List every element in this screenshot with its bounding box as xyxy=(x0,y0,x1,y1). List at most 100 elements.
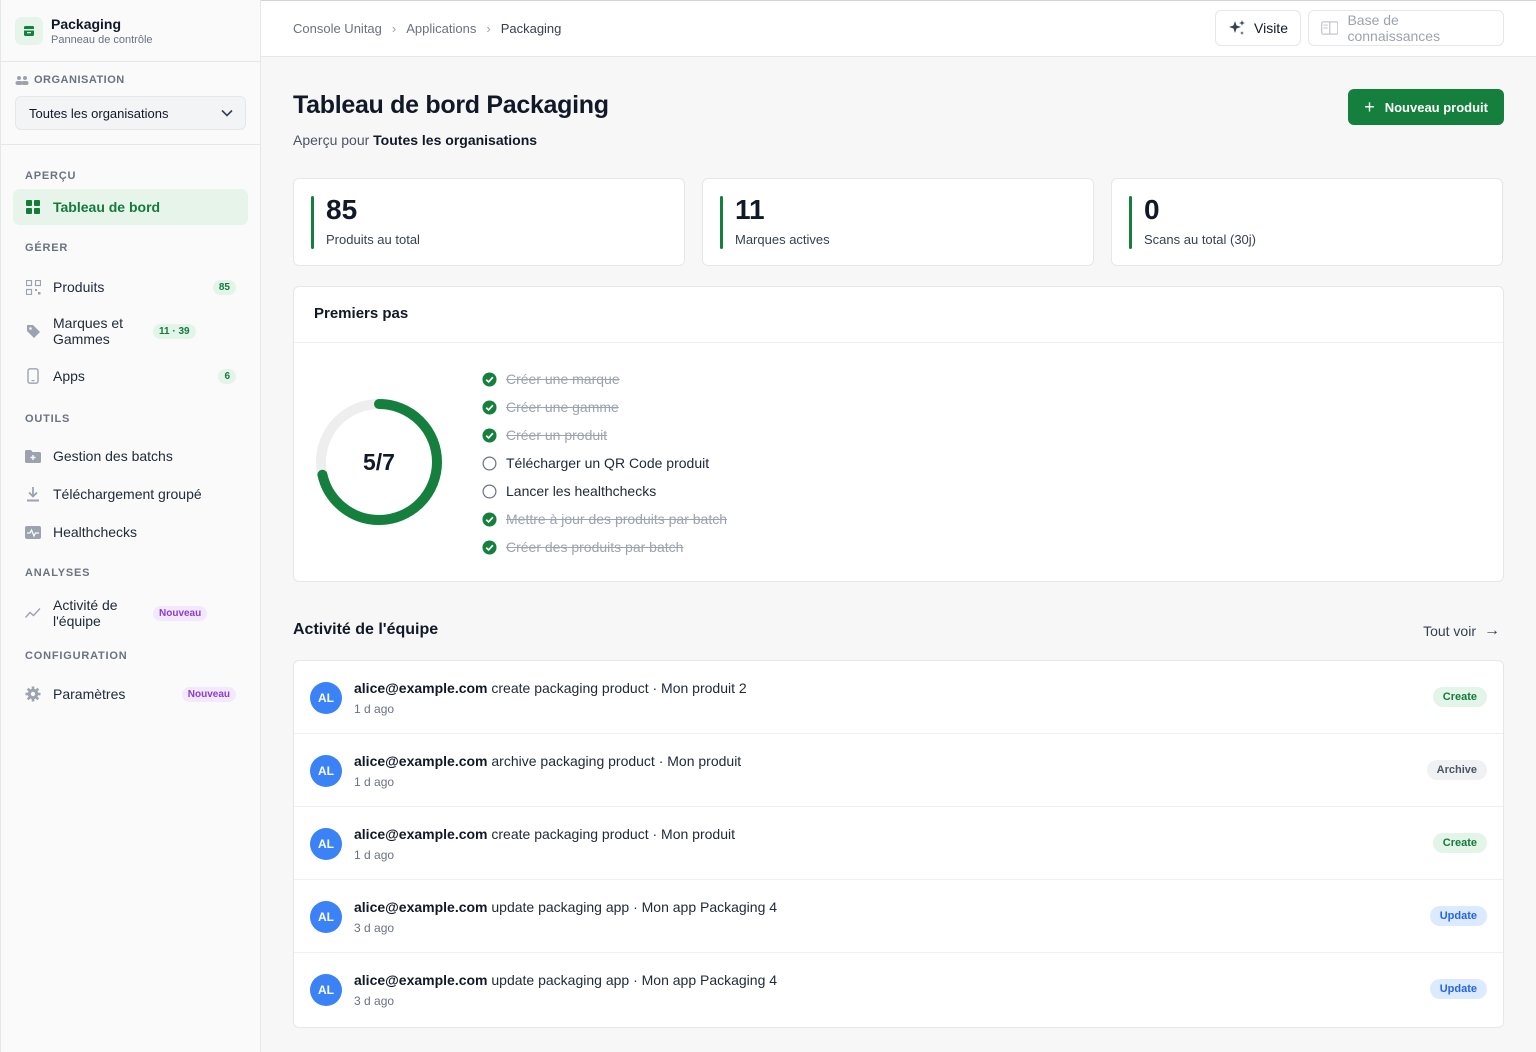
nav-group-analyses: ANALYSES xyxy=(25,567,91,579)
empty-circle-icon xyxy=(482,456,497,470)
organisation-label: ORGANISATION xyxy=(15,74,246,86)
sidebar-item-activite[interactable]: Activité de l'équipe Nouveau xyxy=(13,588,248,638)
action-tag: Create xyxy=(1432,833,1487,853)
activity-row[interactable]: AL alice@example.com update packaging app… xyxy=(294,880,1503,953)
avatar: AL xyxy=(310,682,342,714)
page-subtitle: Aperçu pour Toutes les organisations xyxy=(293,132,537,148)
folder-icon xyxy=(25,448,41,464)
main-content: Tableau de bord Packaging Aperçu pour To… xyxy=(261,57,1536,1052)
onboarding-step[interactable]: Mettre à jour des produits par batch xyxy=(482,505,727,533)
sidebar-item-parametres[interactable]: Paramètres Nouveau xyxy=(13,674,248,714)
new-product-button[interactable]: + Nouveau produit xyxy=(1348,89,1504,125)
arrow-right-icon: → xyxy=(1484,622,1500,639)
count-badge: 85 xyxy=(212,279,236,295)
smartphone-icon xyxy=(25,368,41,384)
brand-title: Packaging xyxy=(51,15,122,32)
step-label: Créer une gamme xyxy=(506,399,619,415)
see-all-link[interactable]: Tout voir → xyxy=(1423,622,1500,640)
activity-user: alice@example.com xyxy=(354,753,488,769)
accent-bar xyxy=(1129,196,1132,249)
action-tag: Create xyxy=(1432,687,1487,707)
sidebar-nav: APERÇU Tableau de bord GÉRER Produits 85… xyxy=(1,170,260,714)
stat-label: Scans au total (30j) xyxy=(1144,232,1257,247)
sidebar-item-label: Activité de l'équipe xyxy=(53,597,118,629)
breadcrumb: Console Unitag › Applications › Packagin… xyxy=(293,21,561,36)
top-bar: Console Unitag › Applications › Packagin… xyxy=(261,0,1536,57)
see-all-label: Tout voir xyxy=(1423,623,1476,639)
activity-action: create packaging product · Mon produit xyxy=(491,826,735,842)
action-tag: Archive xyxy=(1426,760,1487,780)
check-circle-icon xyxy=(482,427,497,443)
action-tag: Update xyxy=(1429,979,1487,999)
activity-row[interactable]: AL alice@example.com create packaging pro… xyxy=(294,661,1503,734)
activity-time: 1 d ago xyxy=(354,848,395,862)
step-label: Créer des produits par batch xyxy=(506,539,684,555)
visite-button[interactable]: Visite xyxy=(1215,10,1301,46)
step-label: Créer un produit xyxy=(506,427,608,443)
sidebar-item-label: Apps xyxy=(53,368,85,384)
subtitle-prefix: Aperçu pour xyxy=(293,132,370,148)
users-icon xyxy=(15,76,29,85)
sparkles-icon xyxy=(1229,20,1245,35)
sidebar-item-healthchecks[interactable]: Healthchecks xyxy=(13,513,248,551)
onboarding-steps: Créer une marque Créer une gamme Créer un … xyxy=(482,365,727,561)
sidebar-item-telechargement[interactable]: Téléchargement groupé xyxy=(13,475,248,513)
activity-title: Activité de l'équipe xyxy=(293,621,439,638)
activity-user: alice@example.com xyxy=(354,826,488,842)
brand-header[interactable]: Packaging Panneau de contrôle xyxy=(1,0,260,62)
step-label: Mettre à jour des produits par batch xyxy=(506,511,728,527)
activity-user: alice@example.com xyxy=(354,899,488,915)
sidebar-item-produits[interactable]: Produits 85 xyxy=(13,268,248,306)
sidebar-item-label: Produits xyxy=(53,279,105,295)
sidebar-item-apps[interactable]: Apps 6 xyxy=(13,356,248,396)
stat-card-products: 85 Produits au total xyxy=(293,178,685,266)
breadcrumb-item[interactable]: Applications xyxy=(406,21,476,36)
organisation-selected: Toutes les organisations xyxy=(29,105,169,121)
qr-code-icon xyxy=(25,279,41,295)
activity-text: alice@example.com create packaging produ… xyxy=(354,826,735,842)
activity-row[interactable]: AL alice@example.com update packaging app… xyxy=(294,953,1503,1027)
activity-user: alice@example.com xyxy=(354,680,488,696)
activity-row[interactable]: AL alice@example.com archive packaging pr… xyxy=(294,734,1503,807)
visite-label: Visite xyxy=(1254,20,1288,36)
plus-icon: + xyxy=(1364,96,1375,117)
onboarding-step[interactable]: Créer un produit xyxy=(482,421,727,449)
nav-group-configuration: CONFIGURATION xyxy=(25,650,128,662)
subtitle-organisation: Toutes les organisations xyxy=(373,132,538,148)
new-badge: Nouveau xyxy=(153,605,208,621)
knowledge-base-button[interactable]: Base de connaissances xyxy=(1308,10,1504,46)
nav-group-apercu: APERÇU xyxy=(25,170,77,182)
chevron-right-icon: › xyxy=(486,21,491,36)
knowledge-base-label: Base de connaissances xyxy=(1347,12,1441,44)
onboarding-step[interactable]: Créer une gamme xyxy=(482,393,727,421)
onboarding-card: Premiers pas 5/7 Créer une marque Créer u… xyxy=(293,286,1504,582)
activity-time: 1 d ago xyxy=(354,702,395,716)
stat-label: Marques actives xyxy=(735,232,830,247)
sidebar-item-batchs[interactable]: Gestion des batchs xyxy=(13,437,248,475)
activity-action: update packaging app · Mon app Packaging… xyxy=(491,972,778,988)
sidebar-item-dashboard[interactable]: Tableau de bord xyxy=(13,189,248,225)
activity-row[interactable]: AL alice@example.com create packaging pro… xyxy=(294,807,1503,880)
activity-time: 1 d ago xyxy=(354,775,395,789)
activity-action: update packaging app · Mon app Packaging… xyxy=(491,899,778,915)
check-circle-icon xyxy=(482,539,497,555)
activity-time: 3 d ago xyxy=(354,994,395,1008)
count-badge: 11 · 39 xyxy=(153,323,196,339)
empty-circle-icon xyxy=(482,484,497,498)
avatar: AL xyxy=(310,974,342,1006)
organisation-select[interactable]: Toutes les organisations xyxy=(15,96,246,130)
onboarding-step[interactable]: Télécharger un QR Code produit xyxy=(482,449,727,477)
accent-bar xyxy=(720,196,723,249)
onboarding-step[interactable]: Créer des produits par batch xyxy=(482,533,727,561)
step-label: Télécharger un QR Code produit xyxy=(506,455,710,471)
nav-group-gerer: GÉRER xyxy=(25,242,69,254)
breadcrumb-current: Packaging xyxy=(500,21,562,36)
breadcrumb-item[interactable]: Console Unitag xyxy=(293,21,382,36)
organisation-section: ORGANISATION Toutes les organisations xyxy=(1,62,260,145)
step-label: Créer une marque xyxy=(506,371,620,387)
onboarding-step[interactable]: Lancer les healthchecks xyxy=(482,477,727,505)
sidebar-item-marques[interactable]: Marques et Gammes 11 · 39 xyxy=(13,306,248,356)
onboarding-step[interactable]: Créer une marque xyxy=(482,365,727,393)
check-circle-icon xyxy=(482,399,497,415)
page-title: Tableau de bord Packaging xyxy=(293,91,609,119)
